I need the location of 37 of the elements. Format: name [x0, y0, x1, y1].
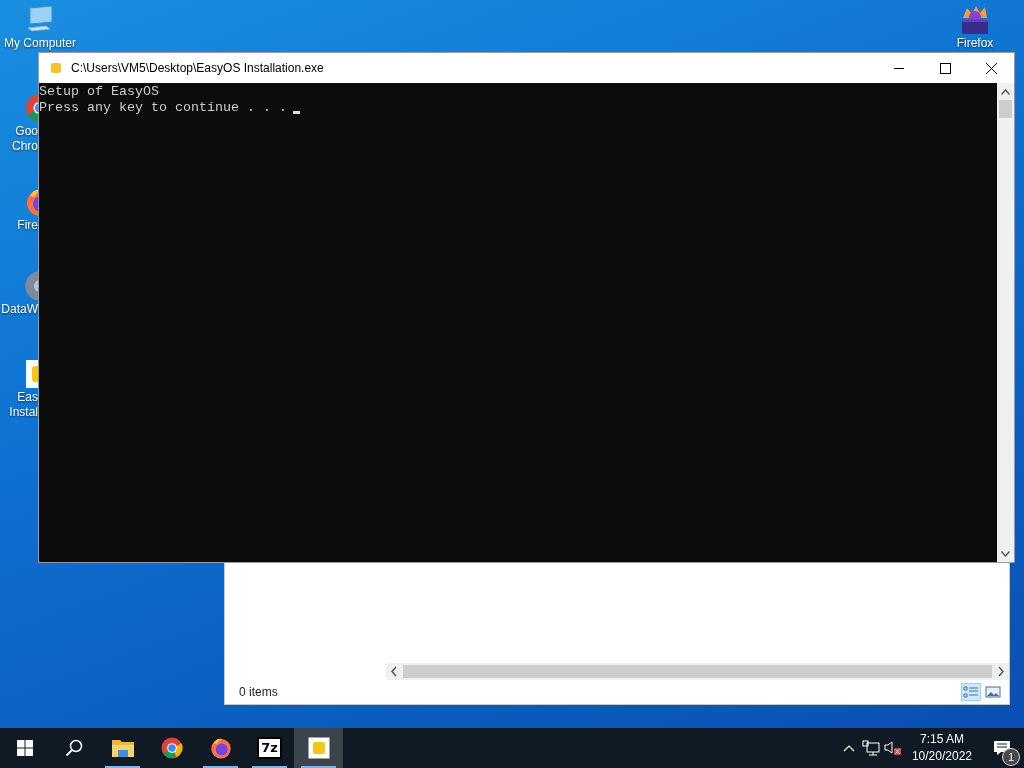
list-icon: [963, 686, 979, 698]
console-line: Press any key to continue . . .: [39, 100, 287, 116]
details-view-button[interactable]: [961, 683, 981, 701]
taskbar-button[interactable]: [294, 728, 343, 768]
icon-label: My Computer: [4, 36, 76, 51]
console-line: Setup of EasyOS: [39, 84, 159, 100]
search-icon: [64, 739, 83, 757]
icon-label: Fire: [17, 218, 38, 233]
icon-label: Eas: [17, 390, 38, 405]
scroll-thumb[interactable]: [403, 665, 992, 678]
icon-label: Chro: [12, 139, 38, 154]
chrome-icon: [159, 736, 184, 760]
box-icon: [959, 4, 991, 36]
windows-icon: [16, 740, 33, 756]
maximize-icon: [939, 62, 951, 74]
setup-icon: [306, 736, 331, 760]
taskbar-button[interactable]: 7z: [245, 728, 294, 768]
firefox-icon: [208, 736, 233, 760]
minimize-icon: [894, 67, 904, 69]
status-text: 0 items: [239, 685, 279, 699]
app-icon: [51, 63, 61, 73]
thumbnail-view-button[interactable]: [983, 683, 1003, 701]
text-cursor: [292, 111, 300, 114]
icon-label: Goo: [15, 124, 38, 139]
clock[interactable]: 7:15 AM 10/20/2022: [903, 731, 980, 765]
horizontal-scrollbar[interactable]: [386, 663, 1009, 680]
folder-icon: [110, 737, 135, 759]
notification-badge: 1: [1002, 748, 1020, 766]
close-icon: [985, 62, 997, 74]
window-title: C:\Users\VM5\Desktop\EasyOS Installation.exe: [71, 61, 325, 75]
icon-label: Instal: [9, 405, 38, 420]
image-icon: [985, 686, 1001, 698]
notification-button[interactable]: 1: [980, 728, 1024, 768]
icon-label: DataW: [1, 302, 38, 317]
icon-label: Firefox: [956, 36, 994, 51]
vertical-scrollbar[interactable]: [997, 83, 1014, 562]
scroll-thumb[interactable]: [999, 100, 1012, 118]
